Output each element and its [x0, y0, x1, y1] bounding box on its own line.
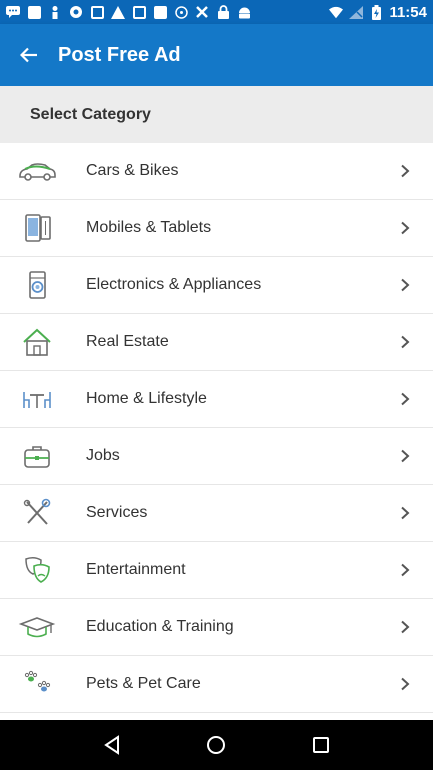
section-title: Select Category [30, 105, 151, 123]
settings-icon [174, 5, 188, 19]
square-recents-icon [312, 737, 329, 753]
category-item-education-training[interactable]: Education & Training [0, 599, 433, 656]
tools-icon [0, 498, 86, 528]
circle-home-icon [207, 736, 226, 754]
paw-prints-icon [0, 669, 86, 699]
category-item-pets-pet-care[interactable]: Pets & Pet Care [0, 656, 433, 713]
graduation-cap-icon [0, 612, 86, 642]
section-header: Select Category [0, 86, 433, 143]
battery-icon [369, 4, 383, 20]
mobile-tablet-icon [0, 213, 86, 243]
category-label: Entertainment [86, 561, 186, 578]
tools-icon [195, 5, 209, 19]
chevron-right-icon [377, 449, 433, 463]
app-bar: Post Free Ad [0, 24, 433, 86]
triangle-back-icon [104, 735, 120, 755]
category-item-electronics-appliances[interactable]: Electronics & Appliances [0, 257, 433, 314]
category-label: Services [86, 504, 148, 521]
back-button[interactable] [0, 24, 58, 86]
arrow-left-icon [20, 47, 37, 63]
car-icon [0, 156, 86, 186]
system-navigation-bar [0, 720, 433, 770]
category-label: Home & Lifestyle [86, 390, 207, 407]
washing-machine-icon [0, 270, 86, 300]
chevron-right-icon [377, 620, 433, 634]
page-title: Post Free Ad [58, 43, 181, 66]
signal-icon [349, 5, 364, 19]
flipboard-icon [27, 5, 41, 19]
theater-masks-icon [0, 555, 86, 585]
category-label: Education & Training [86, 618, 234, 635]
chevron-right-icon [377, 164, 433, 178]
chevron-right-icon [377, 392, 433, 406]
system-status: 11:54 [329, 4, 427, 21]
category-item-mobiles-tablets[interactable]: Mobiles & Tablets [0, 200, 433, 257]
category-label: Mobiles & Tablets [86, 219, 212, 236]
furniture-icon [0, 384, 86, 414]
category-label: Pets & Pet Care [86, 675, 201, 692]
recents-nav-button[interactable] [301, 725, 341, 765]
category-label: Jobs [86, 447, 120, 464]
clock-time: 11:54 [389, 3, 427, 21]
wifi-icon [329, 5, 344, 19]
chevron-right-icon [377, 278, 433, 292]
alert-icon [111, 5, 125, 19]
photo-icon [90, 5, 104, 19]
category-list: Cars & Bikes Mobiles & Tablets Electroni… [0, 143, 433, 713]
android-icon [237, 5, 251, 19]
notification-icons [6, 5, 329, 19]
chevron-right-icon [377, 506, 433, 520]
home-nav-button[interactable] [196, 725, 236, 765]
category-item-home-lifestyle[interactable]: Home & Lifestyle [0, 371, 433, 428]
chevron-right-icon [377, 221, 433, 235]
house-icon [0, 327, 86, 357]
category-item-jobs[interactable]: Jobs [0, 428, 433, 485]
back-nav-button[interactable] [92, 725, 132, 765]
chevron-right-icon [377, 563, 433, 577]
category-label: Real Estate [86, 333, 169, 350]
category-item-real-estate[interactable]: Real Estate [0, 314, 433, 371]
category-label: Electronics & Appliances [86, 276, 262, 293]
photo-icon [132, 5, 146, 19]
category-item-services[interactable]: Services [0, 485, 433, 542]
status-bar: 11:54 [0, 0, 433, 24]
person-icon [48, 5, 62, 19]
chat-icon [6, 5, 20, 19]
category-item-entertainment[interactable]: Entertainment [0, 542, 433, 599]
briefcase-icon [0, 441, 86, 471]
flipboard-icon [153, 5, 167, 19]
category-label: Cars & Bikes [86, 162, 179, 179]
chevron-right-icon [377, 335, 433, 349]
game-icon [69, 5, 83, 19]
category-item-cars-bikes[interactable]: Cars & Bikes [0, 143, 433, 200]
chevron-right-icon [377, 677, 433, 691]
lock-icon [216, 5, 230, 19]
